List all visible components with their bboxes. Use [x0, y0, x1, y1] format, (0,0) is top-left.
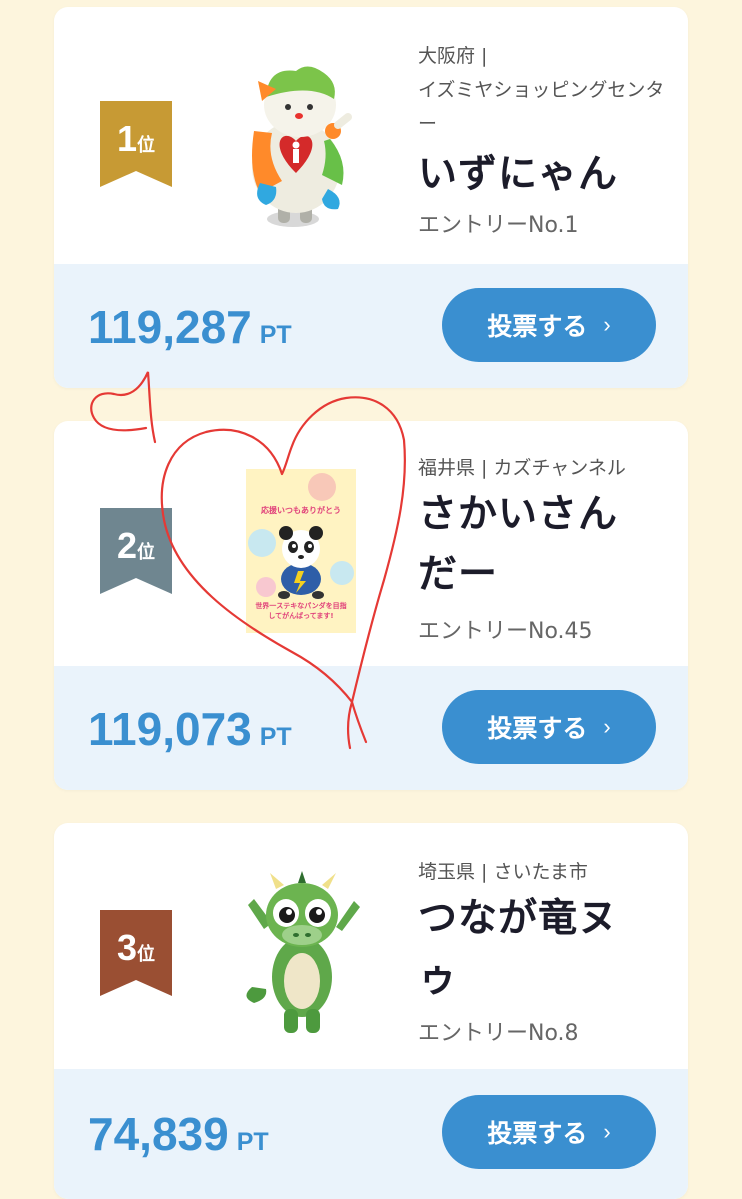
- vote-panel-1: 119,287 PT 投票する ›: [54, 264, 688, 388]
- rank-badge-1: 1位: [100, 101, 172, 187]
- poster-caption-top: 応援いつもありがとう: [261, 506, 341, 515]
- vote-button[interactable]: 投票する ›: [442, 288, 656, 362]
- entry-info-3: 埼玉県 | さいたま市 つなが竜ヌゥ エントリーNo.8: [418, 855, 668, 1051]
- entry-name[interactable]: いずにゃん: [418, 145, 668, 205]
- entry-info-2: 福井県 | カズチャンネル さかいさんだー エントリーNo.45: [418, 451, 668, 649]
- ranking-card-1: 1位 大阪府 | イズミヤショッピングセンター いずにゃん エントリーNo.1: [54, 7, 688, 388]
- entry-location: 大阪府 | イズミヤショッピングセンター: [418, 45, 665, 135]
- entry-location: 福井県 | カズチャンネル: [418, 457, 626, 479]
- entry-name[interactable]: つなが竜ヌゥ: [418, 889, 648, 1009]
- ranking-card-2: 2位 応援いつもありがとう 世界一ステキなパンダを目指してがんばってます! 福井…: [54, 421, 688, 790]
- chevron-right-icon: ›: [603, 714, 611, 739]
- vote-button[interactable]: 投票する ›: [442, 690, 656, 764]
- points-display: 119,287 PT: [88, 301, 292, 353]
- entry-number: エントリーNo.1: [418, 213, 579, 238]
- ranking-card-3: 3位 埼玉県 | さいたま市 つなが竜ヌゥ エントリーNo.8 74,839 PT: [54, 823, 688, 1199]
- entry-location: 埼玉県 | さいたま市: [418, 861, 588, 883]
- poster-caption-bottom: 世界一ステキなパンダを目指してがんばってます!: [255, 602, 347, 620]
- chevron-right-icon: ›: [603, 312, 611, 337]
- entry-number: エントリーNo.8: [418, 1021, 579, 1046]
- vote-panel-3: 74,839 PT 投票する ›: [54, 1069, 688, 1199]
- panda-poster-icon[interactable]: 応援いつもありがとう 世界一ステキなパンダを目指してがんばってます!: [246, 469, 356, 633]
- cat-mascot-icon[interactable]: [238, 61, 358, 233]
- entry-name[interactable]: さかいさんだー: [418, 485, 648, 605]
- rank-badge-2: 2位: [100, 508, 172, 594]
- entry-info-1: 大阪府 | イズミヤショッピングセンター いずにゃん エントリーNo.1: [418, 39, 668, 243]
- dragon-mascot-icon[interactable]: [244, 869, 362, 1039]
- vote-panel-2: 119,073 PT 投票する ›: [54, 666, 688, 790]
- vote-button[interactable]: 投票する ›: [442, 1095, 656, 1169]
- points-display: 74,839 PT: [88, 1108, 269, 1160]
- chevron-right-icon: ›: [603, 1119, 611, 1144]
- entry-number: エントリーNo.45: [418, 619, 593, 644]
- rank-badge-3: 3位: [100, 910, 172, 996]
- points-display: 119,073 PT: [88, 703, 292, 755]
